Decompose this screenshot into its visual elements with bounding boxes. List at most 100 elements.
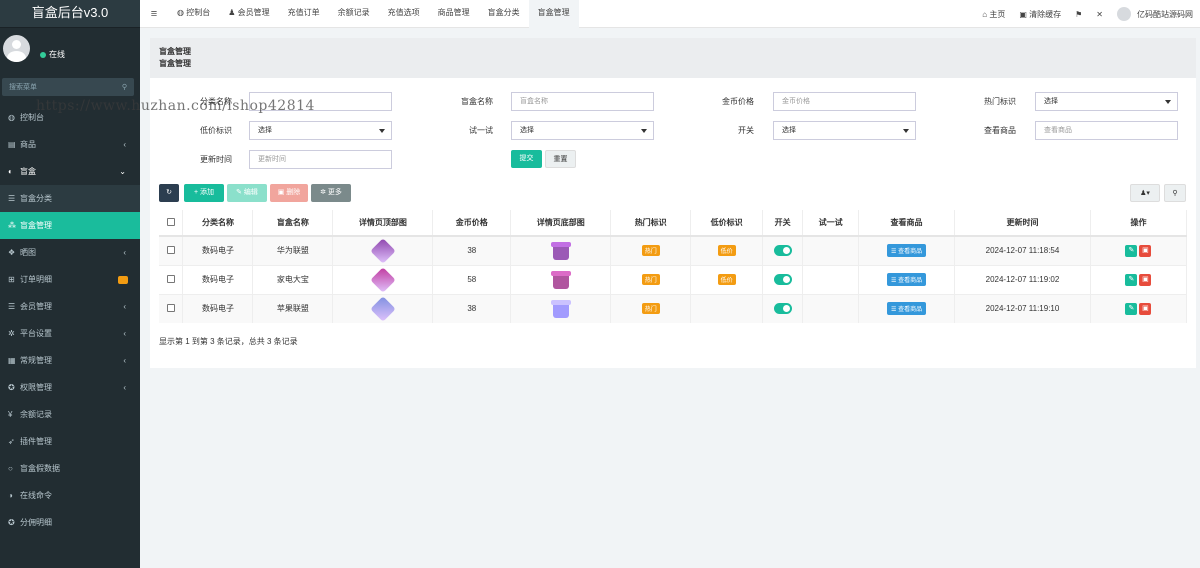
tab-7[interactable]: 盲盒管理	[528, 0, 579, 28]
content-panel: 盲盒管理 盲盒管理 分类名称 盲盒名称 盲盒名称 金币价格 金币价格 热门标识 …	[150, 38, 1196, 368]
sidebar-search[interactable]: 搜索菜单 ⚲	[2, 78, 134, 96]
column-header[interactable]: 热门标识	[610, 210, 692, 237]
sidebar-item-8[interactable]: ✲ 平台设置 ‹	[0, 320, 140, 347]
translate-icon[interactable]: ⚑	[1068, 10, 1089, 19]
fullscreen-icon[interactable]: ✕	[1089, 10, 1110, 19]
sidebar-item-12[interactable]: ➶ 插件管理	[0, 428, 140, 455]
select-all-checkbox[interactable]	[166, 217, 175, 226]
tab-label: 控制台	[186, 7, 211, 17]
clear-cache-button[interactable]: ▣ 清除缓存	[1012, 9, 1068, 20]
edit-icon[interactable]: ✎	[1125, 273, 1138, 286]
sidebar-item-label: 盲盒假数据	[20, 464, 60, 473]
view-goods-button[interactable]: ☰ 查看商品	[887, 244, 927, 258]
submit-button[interactable]: 提交	[511, 150, 542, 168]
data-table: 分类名称 盲盒名称 详情页顶部图 金币价格 详情页底部图 热门标识 低价标识 开关 试一试 查看商…	[159, 210, 1188, 323]
refresh-button[interactable]: ↻	[159, 184, 179, 202]
column-header[interactable]: 分类名称	[182, 210, 254, 237]
bottom-image[interactable]	[552, 270, 569, 289]
hot-badge: 热门	[641, 303, 660, 315]
column-header[interactable]: 金币价格	[432, 210, 512, 237]
row-checkbox[interactable]	[166, 245, 175, 254]
edit-button[interactable]: ✎ 编辑	[227, 184, 267, 202]
tab-3[interactable]: 余额记录	[329, 0, 379, 28]
try-select[interactable]: 选择	[511, 121, 654, 140]
clear-cache-label: 清除缓存	[1029, 9, 1062, 19]
reset-button[interactable]: 重置	[545, 150, 576, 168]
add-button[interactable]: + 添加	[184, 184, 224, 202]
sidebar-item-6[interactable]: ⊞ 订单明细	[0, 266, 140, 293]
sidebar-item-9[interactable]: ▦ 常规管理 ‹	[0, 347, 140, 374]
column-header[interactable]: 查看商品	[858, 210, 956, 237]
tab-6[interactable]: 盲盒分类	[479, 0, 529, 28]
view-goods-button[interactable]: ☰ 查看商品	[887, 302, 927, 316]
tab-5[interactable]: 商品管理	[429, 0, 479, 28]
sidebar-item-2[interactable]: ◐ 盲盒 ⌄	[0, 158, 140, 185]
top-image[interactable]	[370, 238, 396, 264]
top-image[interactable]	[370, 266, 396, 293]
column-header[interactable]: 详情页顶部图	[332, 210, 434, 237]
sidebar-item-11[interactable]: ¥ 余额记录	[0, 401, 140, 428]
delete-icon[interactable]: ▣	[1139, 244, 1152, 257]
sidebar-item-10[interactable]: ✪ 权限管理 ‹	[0, 374, 140, 401]
list-icon: ☰	[891, 307, 899, 314]
tab-2[interactable]: 充值订单	[279, 0, 329, 28]
price-input[interactable]: 金币价格	[773, 92, 916, 111]
sidebar-item-4[interactable]: ⁂ 盲盒管理	[0, 212, 140, 239]
column-header[interactable]: 开关	[762, 210, 804, 237]
sidebar-item-1[interactable]: ▤ 商品 ‹	[0, 131, 140, 158]
edit-icon[interactable]: ✎	[1125, 302, 1138, 315]
updated-cell: 2024-12-07 11:18:54	[954, 235, 1091, 265]
switch-toggle[interactable]	[773, 274, 792, 285]
menu-toggle-icon[interactable]: ≡	[140, 8, 168, 20]
tab-0[interactable]: ◍ 控制台	[168, 0, 219, 28]
column-header[interactable]: 盲盒名称	[252, 210, 334, 237]
switch-toggle[interactable]	[773, 245, 792, 257]
switch-toggle[interactable]	[773, 303, 792, 315]
column-header[interactable]: 操作	[1090, 210, 1188, 237]
row-checkbox[interactable]	[166, 274, 175, 283]
hot-select[interactable]: 选择	[1035, 92, 1178, 111]
tab-1[interactable]: ♟ 会员管理	[219, 0, 278, 28]
gift-icon: ❖	[8, 248, 16, 257]
delete-icon[interactable]: ▣	[1139, 273, 1152, 286]
sidebar-item-5[interactable]: ❖ 晒图 ‹	[0, 239, 140, 266]
sidebar-item-3[interactable]: ☰ 盲盒分类	[0, 185, 140, 212]
bottom-image[interactable]	[552, 299, 569, 318]
view-input[interactable]: 查看商品	[1035, 121, 1178, 140]
row-checkbox[interactable]	[166, 303, 175, 312]
sidebar-item-label: 盲盒管理	[20, 221, 52, 230]
column-header[interactable]: 低价标识	[690, 210, 764, 237]
home-link[interactable]: ⌂ 主页	[975, 9, 1012, 20]
low-cell: 低价	[690, 235, 764, 265]
yen-icon: ¥	[8, 410, 13, 419]
name-cell: 华为联盟	[252, 235, 334, 265]
column-header[interactable]: 试一试	[802, 210, 860, 237]
sidebar-item-7[interactable]: ☰ 会员管理 ‹	[0, 293, 140, 320]
user-menu[interactable]: 亿码酷站源码网	[1110, 7, 1200, 21]
box-name-input[interactable]: 盲盒名称	[511, 92, 654, 111]
low-cell: 低价	[690, 264, 764, 294]
switch-select[interactable]: 选择	[773, 121, 916, 140]
sidebar-item-14[interactable]: ◑ 在线命令	[0, 482, 140, 509]
more-button[interactable]: ✲ 更多	[311, 184, 351, 202]
bottom-image-cell	[510, 264, 612, 294]
bottom-image[interactable]	[552, 241, 569, 260]
low-select[interactable]: 选择	[249, 121, 392, 140]
view-goods-button[interactable]: ☰ 查看商品	[887, 273, 927, 286]
tab-4[interactable]: 充值选项	[379, 0, 429, 28]
row-select	[159, 264, 184, 294]
delete-icon[interactable]: ▣	[1139, 302, 1152, 315]
delete-button[interactable]: ▣ 删除	[270, 184, 308, 202]
updated-input[interactable]: 更新时间	[249, 150, 392, 169]
top-image[interactable]	[370, 296, 396, 322]
column-header[interactable]: 更新时间	[954, 210, 1091, 237]
search-icon[interactable]: ⚲	[122, 83, 127, 91]
sidebar-item-15[interactable]: ✪ 分佣明细	[0, 509, 140, 536]
edit-icon[interactable]: ✎	[1125, 244, 1138, 257]
search-toggle-button[interactable]: ⚲	[1164, 184, 1186, 202]
chevron-icon: ‹	[123, 356, 126, 365]
tab-bar: ◍ 控制台 ♟ 会员管理 充值订单 余额记录 充值选项 商品管理 盲盒分类 盲盒管理	[168, 0, 579, 28]
sidebar-item-13[interactable]: ○ 盲盒假数据	[0, 455, 140, 482]
columns-button[interactable]: ♟▾	[1130, 184, 1160, 202]
column-header[interactable]: 详情页底部图	[510, 210, 612, 237]
